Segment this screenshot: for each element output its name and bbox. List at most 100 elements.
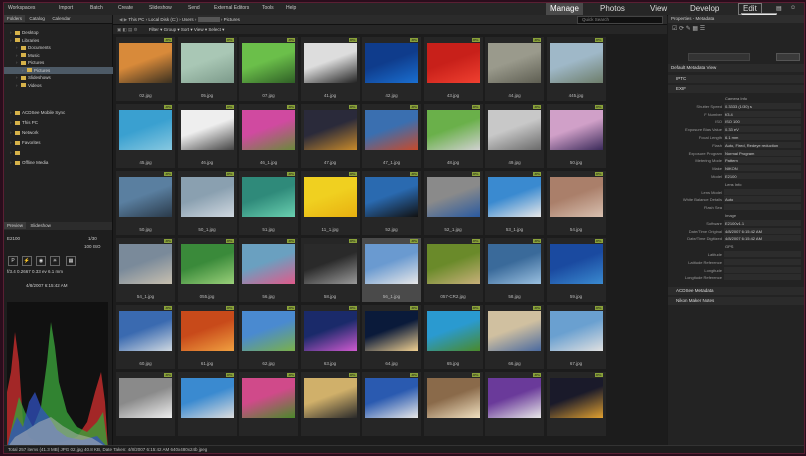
thumbnail-image[interactable] [242,43,295,83]
thumbnail-image[interactable] [303,311,357,351]
thumbnail-item[interactable]: JPG 60.jpg [116,305,175,369]
thumbnail-item[interactable]: JPG 11_1.jpg [300,171,360,235]
exif-value[interactable]: Pattern [724,157,801,164]
thumbnail-item[interactable]: JPG 51.jpg [239,171,298,235]
exif-value[interactable]: Lens Info [724,181,801,187]
thumbnail-item[interactable]: JPG 53_1.jpg [485,171,544,235]
thumbnail-item[interactable]: JPG 445.jpg [546,37,606,101]
thumbnail-image[interactable] [119,177,172,217]
thumbnail-image[interactable] [426,378,480,418]
exif-value[interactable]: GPS [724,243,801,249]
properties-toolbar-icons[interactable]: ☑ ⟳ ✎ ▦ ☰ [672,25,705,32]
thumbnail-item[interactable]: JPG [300,372,360,436]
tree-item[interactable]: › Pictures [4,59,44,66]
exif-value[interactable]: Camera Info [724,95,801,101]
tab-catalog[interactable]: Catalog [26,15,48,22]
thumbnail-image[interactable] [180,43,234,83]
toolbar-icons[interactable]: ▣ ◧ ▤ ⚙ [117,27,138,32]
menu-help[interactable]: Help [286,5,296,11]
thumbnail-image[interactable] [242,244,295,284]
menu-tools[interactable]: Tools [262,5,274,11]
mode-photos[interactable]: Photos [596,3,629,15]
thumbnail-image[interactable] [488,244,541,284]
mode-manage[interactable]: Manage [546,3,583,15]
thumbnail-image[interactable] [549,311,603,351]
thumbnail-image[interactable] [180,244,234,284]
thumbnail-item[interactable]: JPG 02.jpg [116,37,175,101]
thumbnail-item[interactable]: JPG 05.jpg [177,37,237,101]
exif-value[interactable]: E2100v1.1 [724,219,801,226]
tree-item[interactable]: › Music [4,52,40,59]
tree-item[interactable]: › Libraries [4,37,39,44]
thumbnail-item[interactable]: JPG 56.jpg [239,238,298,302]
thumbnail-item[interactable]: JPG 46.jpg [177,104,237,168]
tree-item[interactable]: › ACDSee Mobile Sync [4,109,65,116]
thumbnail-image[interactable] [549,110,603,150]
thumbnail-item[interactable]: JPG 65.jpg [423,305,483,369]
thumbnail-image[interactable] [303,177,357,217]
thumbnail-item[interactable]: JPG 58.jpg [300,238,360,302]
nikon-maker-notes-section[interactable]: Nikon Maker Notes [668,297,804,305]
thumbnail-item[interactable]: JPG [546,372,606,436]
thumbnail-image[interactable] [242,110,295,150]
thumbnail-item[interactable]: JPG 61.jpg [177,305,237,369]
menu-create[interactable]: Create [118,5,133,11]
thumbnail-item[interactable]: JPG 50.jpg [116,171,175,235]
menu-send[interactable]: Send [188,5,200,11]
thumbnail-image[interactable] [303,110,357,150]
thumbnail-image[interactable] [119,378,172,418]
thumbnail-image[interactable] [488,311,541,351]
exif-value[interactable]: f/3.4 [724,110,801,117]
thumbnail-image[interactable] [365,244,418,284]
acdsee-metadata-section[interactable]: ACDSee Metadata [668,287,804,295]
thumbnail-image[interactable] [549,378,603,418]
thumbnail-item[interactable]: JPG [362,372,421,436]
sort-menu[interactable]: Sort [181,27,189,32]
thumbnail-item[interactable]: JPG 64.jpg [362,305,421,369]
thumbnail-image[interactable] [488,378,541,418]
tree-item[interactable]: › Desktop [4,29,39,36]
thumbnail-item[interactable]: JPG 057-CR2.jpg [423,238,483,302]
thumbnail-item[interactable]: JPG [116,372,175,436]
thumbnail-image[interactable] [119,244,172,284]
thumbnail-item[interactable]: JPG 48.jpg [423,104,483,168]
exif-value[interactable]: 6.1 mm [724,134,801,140]
thumbnail-item[interactable]: JPG 41.jpg [300,37,360,101]
thumbnail-image[interactable] [119,311,172,351]
mode-view[interactable]: View [646,3,671,15]
filter-menu[interactable]: Filter [149,27,159,32]
breadcrumb-user[interactable] [197,17,220,23]
mode-develop[interactable]: Develop [686,3,723,15]
exif-value[interactable]: 4/8/2007 6:15:42 AM [724,235,801,242]
menu-batch[interactable]: Batch [90,5,103,11]
thumbnail-image[interactable] [488,110,541,150]
thumbnail-item[interactable]: JPG [485,372,544,436]
thumbnail-item[interactable]: JPG 45.jpg [116,104,175,168]
select-menu[interactable]: Select [208,27,221,32]
thumbnail-item[interactable]: JPG 62.jpg [239,305,298,369]
thumbnail-image[interactable] [426,244,480,284]
breadcrumb-users[interactable]: Users [182,17,194,22]
thumbnail-item[interactable]: JPG 43.jpg [423,37,483,101]
menu-import[interactable]: Import [59,5,73,11]
exif-value[interactable] [724,188,801,195]
thumbnail-image[interactable] [426,110,480,150]
tree-item[interactable]: › Pictures [4,66,126,74]
metadata-view-select[interactable]: Default Metadata View [668,64,804,72]
exif-value[interactable]: 4/8/2007 6:15:42 AM [724,227,801,234]
exif-value[interactable]: Image [724,212,801,218]
thumbnail-image[interactable] [365,110,418,150]
exif-value[interactable] [724,266,801,273]
thumbnail-item[interactable]: JPG 47_1.jpg [362,104,421,168]
thumbnail-item[interactable]: JPG 47.jpg [300,104,360,168]
quick-search-input[interactable]: Quick Search [577,16,663,24]
tab-folders[interactable]: Folders [4,15,26,22]
thumbnail-image[interactable] [242,378,295,418]
forward-icon[interactable]: ▶ [124,17,127,22]
iptc-section[interactable]: IPTC [668,75,804,83]
thumbnail-image[interactable] [303,43,357,83]
thumbnail-item[interactable]: JPG 07.jpg [239,37,298,101]
tree-item[interactable]: › Documents [4,44,51,51]
thumbnail-image[interactable] [426,43,480,83]
tab-calendar[interactable]: Calendar [49,15,73,22]
